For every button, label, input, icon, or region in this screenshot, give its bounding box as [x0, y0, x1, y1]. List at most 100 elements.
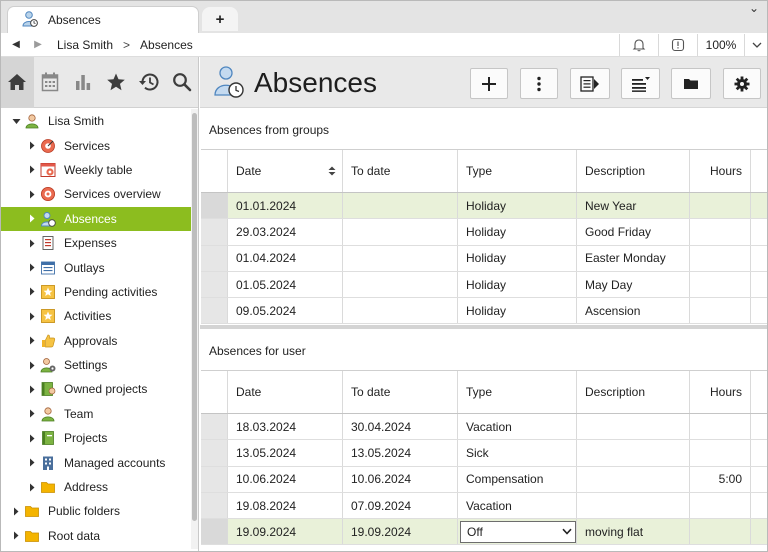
chevron-right-icon[interactable]	[9, 531, 23, 540]
chevron-right-icon[interactable]	[25, 409, 39, 418]
sidebar-item-outlays[interactable]: Outlays	[1, 255, 191, 279]
table-row[interactable]: 01.01.2024 Holiday New Year	[201, 193, 767, 220]
cell-type[interactable]: Holiday	[458, 245, 577, 271]
sidebar-item-weekly-table[interactable]: Weekly table	[1, 158, 191, 182]
folder-button[interactable]	[671, 68, 711, 99]
cell-date[interactable]: 01.05.2024	[228, 271, 343, 298]
column-header-description[interactable]: Description	[577, 371, 690, 413]
cell-description[interactable]	[577, 466, 690, 492]
column-header-to-date[interactable]: To date	[343, 150, 458, 192]
cell-description[interactable]	[577, 440, 690, 466]
chevron-right-icon[interactable]	[25, 336, 39, 345]
breadcrumb-page[interactable]: Absences	[140, 38, 193, 52]
cell-to-date[interactable]: 13.05.2024	[343, 440, 458, 466]
table-row[interactable]: 13.05.2024 13.05.2024 Sick	[201, 440, 767, 467]
sidebar-item-services[interactable]: Services	[1, 133, 191, 157]
back-arrow-icon[interactable]: ◀	[5, 39, 27, 50]
sidebar-item-expenses[interactable]: Expenses	[1, 231, 191, 255]
cell-type[interactable]: Vacation	[458, 492, 577, 519]
chevron-right-icon[interactable]	[25, 434, 39, 443]
row-selector[interactable]	[201, 219, 228, 245]
cell-date[interactable]: 19.09.2024	[228, 519, 343, 545]
cell-type[interactable]: Sick	[458, 440, 577, 466]
cell-to-date[interactable]: 07.09.2024	[343, 492, 458, 519]
cell-hours[interactable]	[690, 193, 751, 219]
chevron-right-icon[interactable]	[25, 361, 39, 370]
table-row[interactable]: 09.05.2024 Holiday Ascension	[201, 298, 767, 325]
cell-description[interactable]	[577, 414, 690, 440]
chevron-right-icon[interactable]	[25, 141, 39, 150]
row-selector[interactable]	[201, 298, 228, 324]
cell-date[interactable]: 13.05.2024	[228, 440, 343, 466]
scrollbar-thumb[interactable]	[192, 113, 197, 521]
row-selector[interactable]	[201, 193, 228, 219]
cell-hours[interactable]	[690, 298, 751, 324]
chevron-right-icon[interactable]	[25, 385, 39, 394]
table-row[interactable]: 10.06.2024 10.06.2024 Compensation 5:00	[201, 466, 767, 493]
sidebar-item-approvals[interactable]: Approvals	[1, 329, 191, 353]
section-divider[interactable]	[200, 325, 767, 329]
sidebar-item-activities[interactable]: Activities	[1, 304, 191, 328]
cell-hours[interactable]: 5:00	[690, 466, 751, 492]
cell-date[interactable]: 09.05.2024	[228, 298, 343, 324]
chevron-right-icon[interactable]	[9, 507, 23, 516]
chevron-down-icon[interactable]	[745, 33, 767, 57]
row-selector[interactable]	[201, 519, 228, 545]
cell-date[interactable]: 01.01.2024	[228, 193, 343, 219]
cell-type[interactable]: Holiday	[458, 298, 577, 324]
search-icon[interactable]	[165, 57, 198, 108]
row-selector[interactable]	[201, 466, 228, 492]
cell-hours[interactable]	[690, 414, 751, 440]
cell-description[interactable]: moving flat	[577, 519, 690, 545]
new-tab-button[interactable]: +	[202, 7, 238, 31]
row-selector[interactable]	[201, 440, 228, 466]
column-header-hours[interactable]: Hours	[690, 371, 751, 413]
chevron-right-icon[interactable]	[25, 458, 39, 467]
cell-date[interactable]: 01.04.2024	[228, 245, 343, 271]
column-header-date[interactable]: Date	[228, 371, 343, 413]
sidebar-item-lisa-smith[interactable]: Lisa Smith	[1, 109, 191, 133]
cell-to-date[interactable]	[343, 271, 458, 298]
chevron-down-icon[interactable]	[559, 522, 575, 542]
cell-type[interactable]: Vacation	[458, 414, 577, 440]
cell-description[interactable]	[577, 492, 690, 519]
cell-to-date[interactable]: 10.06.2024	[343, 466, 458, 492]
cell-hours[interactable]	[690, 271, 751, 298]
row-selector[interactable]	[201, 245, 228, 271]
sidebar-item-team[interactable]: Team	[1, 402, 191, 426]
tab-absences[interactable]: Absences	[7, 6, 199, 33]
cell-type[interactable]: Off	[458, 519, 577, 545]
cell-date[interactable]: 10.06.2024	[228, 466, 343, 492]
cell-hours[interactable]	[690, 440, 751, 466]
info-icon[interactable]	[659, 33, 697, 57]
chevron-right-icon[interactable]	[25, 190, 39, 199]
chevron-right-icon[interactable]	[25, 312, 39, 321]
cell-hours[interactable]	[690, 492, 751, 519]
cell-date[interactable]: 18.03.2024	[228, 414, 343, 440]
chart-icon[interactable]	[67, 57, 100, 108]
breadcrumb-user[interactable]: Lisa Smith	[57, 38, 113, 52]
cell-to-date[interactable]	[343, 219, 458, 245]
list-filter-button[interactable]	[621, 68, 660, 99]
chevron-right-icon[interactable]	[25, 287, 39, 296]
row-selector[interactable]	[201, 414, 228, 440]
type-select[interactable]: Off	[460, 520, 576, 543]
sidebar-item-settings[interactable]: Settings	[1, 353, 191, 377]
cell-description[interactable]: Easter Monday	[577, 245, 690, 271]
row-selector[interactable]	[201, 271, 228, 298]
table-row[interactable]: 19.09.2024 19.09.2024 Off moving flat	[201, 519, 767, 546]
row-selector[interactable]	[201, 492, 228, 519]
add-button[interactable]	[470, 68, 508, 99]
export-button[interactable]	[570, 68, 610, 99]
sort-icon[interactable]	[328, 166, 336, 176]
table-row[interactable]: 18.03.2024 30.04.2024 Vacation	[201, 414, 767, 441]
cell-to-date[interactable]: 30.04.2024	[343, 414, 458, 440]
table-row[interactable]: 01.04.2024 Holiday Easter Monday	[201, 245, 767, 272]
column-header-hours[interactable]: Hours	[690, 150, 751, 192]
cell-type[interactable]: Holiday	[458, 271, 577, 298]
cell-description[interactable]: Good Friday	[577, 219, 690, 245]
sidebar-item-managed-accounts[interactable]: Managed accounts	[1, 450, 191, 474]
chevron-right-icon[interactable]	[25, 214, 39, 223]
home-icon[interactable]	[1, 56, 34, 108]
cell-description[interactable]: New Year	[577, 193, 690, 219]
